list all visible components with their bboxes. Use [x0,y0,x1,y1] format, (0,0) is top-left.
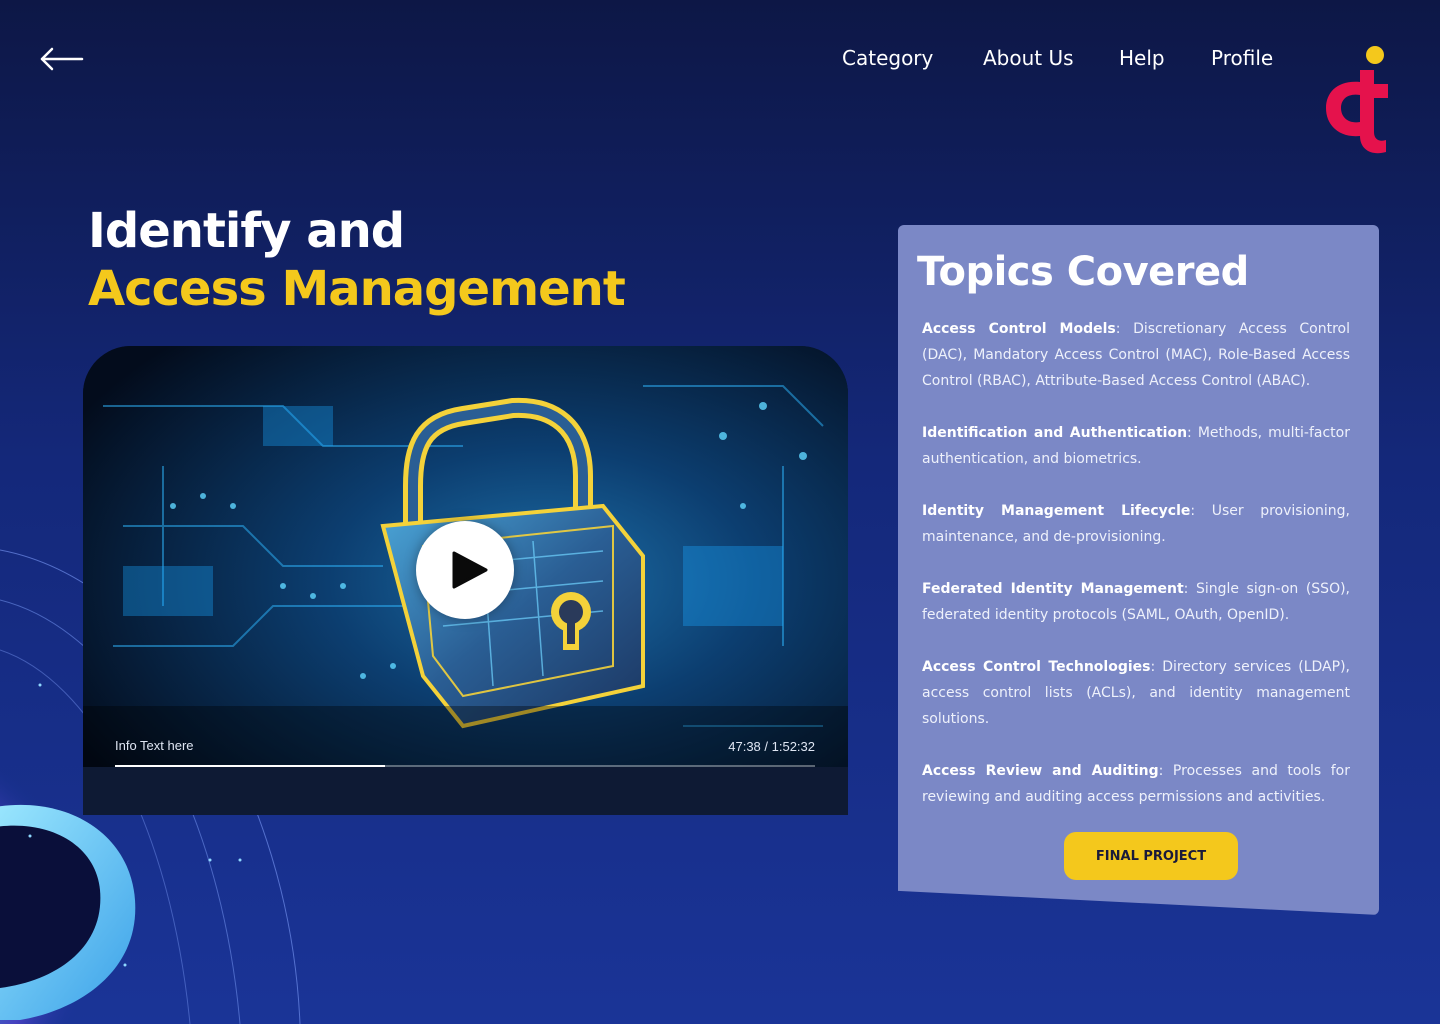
topic-item: Identification and Authentication: Metho… [922,420,1350,472]
topic-heading: Access Review and Auditing [922,763,1159,779]
video-info-text: Info Text here [115,738,194,753]
title-line-1: Identify and [88,203,405,259]
topic-heading: Access Control Models [922,321,1116,337]
video-progress-fill [115,765,385,767]
topics-panel: Topics Covered Access Control Models: Di… [898,225,1379,915]
nav-help[interactable]: Help [1119,46,1165,70]
final-project-button[interactable]: FINAL PROJECT [1064,832,1238,880]
video-progress-bar[interactable] [115,765,815,767]
topic-heading: Identification and Authentication [922,425,1188,441]
play-button[interactable] [416,521,514,619]
topic-item: Identity Management Lifecycle: User prov… [922,498,1350,550]
video-player[interactable]: Info Text here 47:38 / 1:52:32 [83,346,848,815]
play-icon [452,551,488,589]
topic-heading: Access Control Technologies [922,659,1151,675]
back-button[interactable] [38,44,86,74]
topic-heading: Identity Management Lifecycle [922,503,1191,519]
nav-profile[interactable]: Profile [1211,46,1273,70]
back-arrow-icon [40,47,84,71]
video-timestamp: 47:38 / 1:52:32 [728,739,815,754]
topics-title: Topics Covered [917,249,1249,295]
brand-logo[interactable] [1320,44,1400,156]
nav-about-us[interactable]: About Us [983,46,1074,70]
topic-item: Access Control Technologies: Directory s… [922,654,1350,732]
title-line-2: Access Management [88,261,626,317]
topic-item: Access Control Models: Discretionary Acc… [922,316,1350,394]
topic-item: Access Review and Auditing: Processes an… [922,758,1350,810]
page-title: Identify and Access Management [88,202,626,318]
nav-category[interactable]: Category [842,46,933,70]
topic-heading: Federated Identity Management [922,581,1184,597]
topic-item: Federated Identity Management: Single si… [922,576,1350,628]
